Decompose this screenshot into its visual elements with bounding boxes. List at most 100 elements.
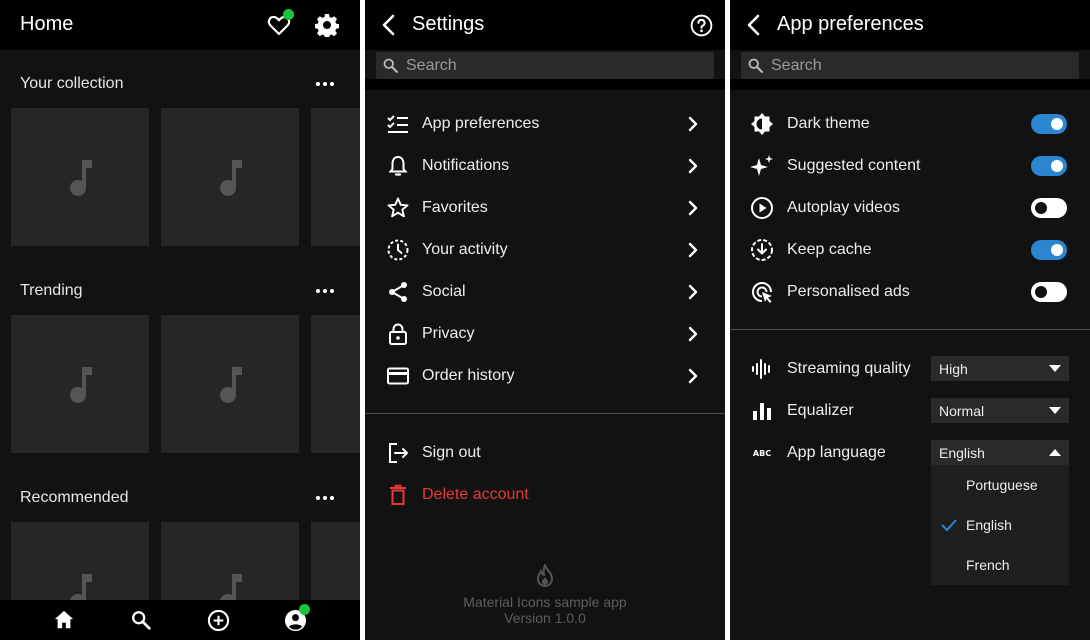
history-icon (386, 238, 410, 262)
app-name-text: Material Icons sample app (463, 594, 627, 610)
home-icon[interactable] (53, 609, 75, 631)
chevron-right-icon (683, 114, 703, 134)
settings-item-label: App preferences (422, 115, 540, 132)
pref-row-autoplay: Autoplay videos (730, 188, 1090, 228)
equalizer-icon (750, 399, 774, 423)
search-icon (747, 57, 764, 74)
settings-item-label: Order history (422, 367, 515, 384)
search-icon[interactable] (130, 609, 152, 631)
play-circle-icon (750, 196, 774, 220)
pref-label: Suggested content (787, 157, 921, 174)
dropdown-arrow-icon (1049, 364, 1061, 373)
suggested-content-toggle[interactable] (1031, 156, 1067, 176)
brightness-icon (750, 112, 774, 136)
settings-item-label: Social (422, 283, 466, 300)
pref-row-keep-cache: Keep cache (730, 230, 1090, 270)
settings-item-favorites[interactable]: Favorites (365, 188, 725, 228)
album-tile[interactable] (11, 108, 149, 246)
streaming-quality-select[interactable]: High (931, 356, 1069, 381)
settings-item-your-activity[interactable]: Your activity (365, 230, 725, 270)
pref-label: Equalizer (787, 402, 854, 419)
chevron-right-icon (683, 324, 703, 344)
checklist-icon (386, 112, 410, 136)
equalizer-select[interactable]: Normal (931, 398, 1069, 423)
logout-icon (386, 441, 410, 465)
chevron-right-icon (683, 156, 703, 176)
divider (730, 329, 1090, 330)
abc-icon: ABC (750, 441, 774, 465)
download-circle-icon (750, 238, 774, 262)
search-input[interactable]: Search (376, 52, 714, 79)
pref-label: Autoplay videos (787, 199, 900, 216)
music-note-icon (216, 365, 244, 405)
delete-account-button[interactable]: Delete account (365, 475, 725, 515)
personalised-ads-toggle[interactable] (1031, 282, 1067, 302)
sign-out-label: Sign out (422, 444, 481, 461)
dark-theme-toggle[interactable] (1031, 114, 1067, 134)
search-input[interactable]: Search (741, 52, 1079, 79)
settings-item-label: Favorites (422, 199, 488, 216)
sparkle-icon (750, 154, 774, 178)
help-icon[interactable] (690, 14, 713, 37)
header-band (730, 79, 1090, 90)
settings-item-privacy[interactable]: Privacy (365, 314, 725, 354)
settings-item-label: Your activity (422, 241, 508, 258)
app-language-select[interactable]: English (931, 440, 1069, 465)
select-value: High (939, 361, 968, 377)
delete-account-label: Delete account (422, 486, 529, 503)
music-note-icon (66, 365, 94, 405)
select-value: English (939, 445, 985, 461)
search-placeholder: Search (771, 57, 822, 74)
gear-icon[interactable] (315, 13, 339, 37)
trash-icon (386, 483, 410, 507)
app-preferences-screen: App preferences Search Dark theme Sugges… (730, 0, 1090, 640)
pref-row-personalised-ads: Personalised ads (730, 272, 1090, 312)
sign-out-button[interactable]: Sign out (365, 433, 725, 473)
settings-item-notifications[interactable]: Notifications (365, 146, 725, 186)
option-label: French (966, 557, 1010, 573)
language-option-portuguese[interactable]: Portuguese (931, 465, 1069, 505)
page-title: Home (20, 13, 74, 35)
album-tile[interactable] (161, 108, 299, 246)
divider (365, 413, 725, 414)
pref-label: App language (787, 444, 886, 461)
ads-click-icon (750, 280, 774, 304)
credit-card-icon (386, 364, 410, 388)
settings-item-order-history[interactable]: Order history (365, 356, 725, 396)
pref-row-suggested-content: Suggested content (730, 146, 1090, 186)
more-options-icon[interactable] (316, 287, 336, 295)
add-circle-icon[interactable] (207, 609, 230, 632)
album-tile[interactable] (161, 315, 299, 453)
language-option-english[interactable]: English (931, 505, 1069, 545)
settings-item-label: Notifications (422, 157, 510, 174)
settings-screen: Settings Search App preferences Notifica… (365, 0, 725, 640)
prefs-app-bar: App preferences (730, 0, 1090, 50)
album-tile[interactable] (311, 315, 360, 453)
chevron-right-icon (683, 198, 703, 218)
back-arrow-icon[interactable] (379, 13, 397, 37)
search-placeholder: Search (406, 57, 457, 74)
dropdown-arrow-icon (1049, 406, 1061, 415)
back-arrow-icon[interactable] (744, 13, 762, 37)
language-option-french[interactable]: French (931, 545, 1069, 585)
notification-badge (283, 9, 294, 20)
pref-row-equalizer: Equalizer Normal (730, 391, 1090, 431)
pref-label: Keep cache (787, 241, 872, 258)
chevron-right-icon (683, 282, 703, 302)
album-tile[interactable] (11, 315, 149, 453)
autoplay-toggle[interactable] (1031, 198, 1067, 218)
more-options-icon[interactable] (316, 494, 336, 502)
settings-item-social[interactable]: Social (365, 272, 725, 312)
pref-row-streaming-quality: Streaming quality High (730, 349, 1090, 389)
more-options-icon[interactable] (316, 80, 336, 88)
album-tile[interactable] (311, 108, 360, 246)
section-title-collection: Your collection (20, 75, 124, 92)
settings-item-app-preferences[interactable]: App preferences (365, 104, 725, 144)
notification-badge (299, 604, 310, 615)
option-label: Portuguese (966, 477, 1038, 493)
pref-label: Personalised ads (787, 283, 910, 300)
flame-icon (535, 564, 555, 588)
dropdown-arrow-up-icon (1049, 448, 1061, 457)
section-title-trending: Trending (20, 282, 83, 299)
keep-cache-toggle[interactable] (1031, 240, 1067, 260)
